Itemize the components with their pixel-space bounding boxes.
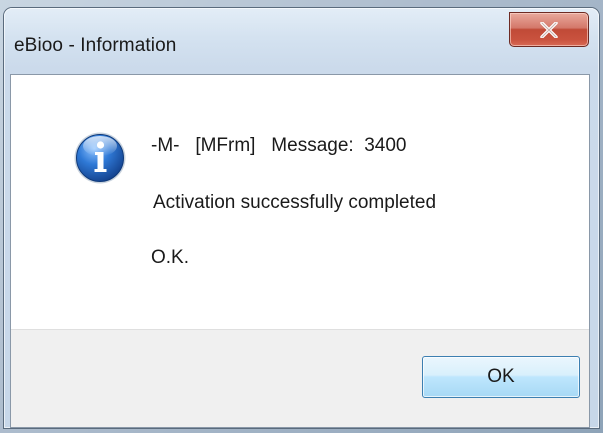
- ok-button[interactable]: OK: [422, 356, 580, 398]
- close-icon: [540, 21, 558, 38]
- dialog-body: -M- [MFrm] Message: 3400 Activation succ…: [10, 74, 590, 428]
- message-status: O.K.: [151, 247, 190, 268]
- message-header: -M- [MFrm] Message: 3400: [151, 135, 407, 156]
- title-bar[interactable]: eBioo - Information: [4, 8, 599, 74]
- window-title: eBioo - Information: [14, 35, 177, 56]
- info-icon: [73, 131, 127, 185]
- desktop-background: eBioo - Information -M- [MFrm] Message: …: [0, 0, 603, 433]
- message-text: Activation successfully completed: [153, 192, 437, 213]
- dialog-footer: OK: [11, 329, 589, 427]
- close-button[interactable]: [509, 12, 589, 47]
- dialog-window: eBioo - Information -M- [MFrm] Message: …: [4, 8, 599, 428]
